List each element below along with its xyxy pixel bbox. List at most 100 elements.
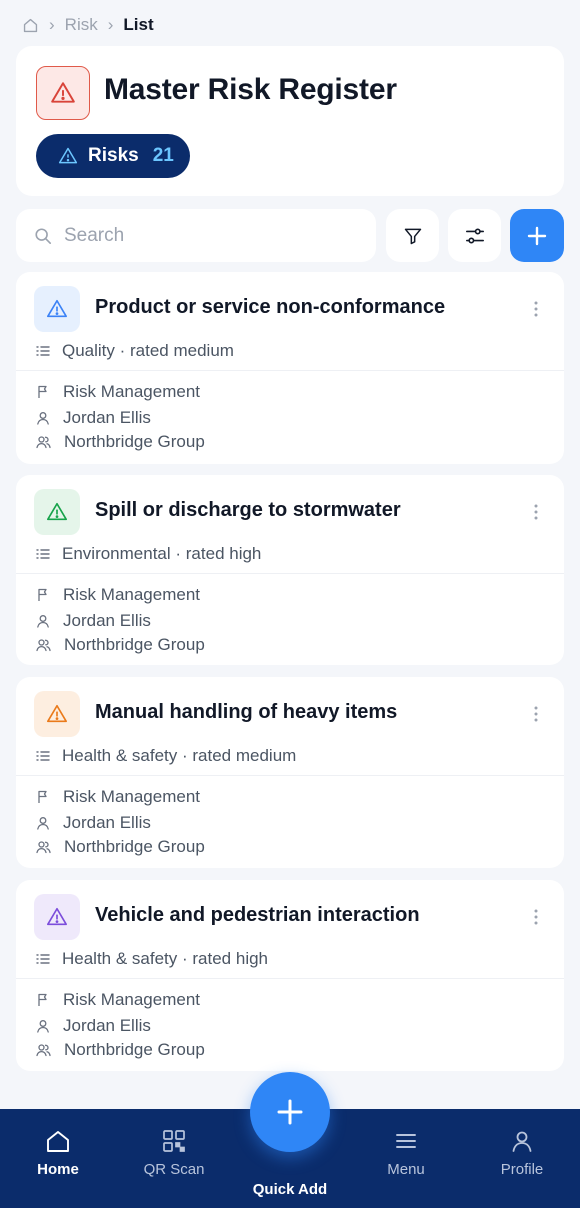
quick-add-button[interactable] bbox=[250, 1072, 330, 1152]
risk-category-row: Health & safety · rated high bbox=[36, 948, 268, 970]
risk-organisation-row: Northbridge Group bbox=[36, 1039, 205, 1061]
risk-module: Risk Management bbox=[63, 990, 201, 1009]
nav-qr-scan[interactable]: QR Scan bbox=[129, 1129, 219, 1178]
risks-pill-count: 21 bbox=[152, 145, 174, 166]
divider bbox=[16, 775, 564, 776]
user-icon bbox=[510, 1129, 534, 1153]
risk-title[interactable]: Spill or discharge to stormwater bbox=[95, 499, 401, 522]
warning-triangle-icon bbox=[34, 894, 80, 940]
risk-category-row: Environmental · rated high bbox=[36, 543, 261, 565]
risk-category: Quality · rated medium bbox=[62, 341, 234, 360]
filter-icon bbox=[403, 226, 423, 246]
risk-card[interactable]: Manual handling of heavy items Health & … bbox=[16, 677, 564, 868]
risk-module-row: Risk Management bbox=[36, 381, 200, 403]
nav-menu[interactable]: Menu bbox=[361, 1129, 451, 1178]
users-group-icon bbox=[36, 638, 51, 652]
warning-triangle-icon bbox=[58, 146, 78, 166]
risk-owner: Jordan Ellis bbox=[63, 813, 151, 832]
hamburger-menu-icon bbox=[394, 1129, 418, 1153]
sliders-icon bbox=[464, 226, 486, 246]
risk-organisation: Northbridge Group bbox=[64, 432, 205, 451]
nav-profile[interactable]: Profile bbox=[477, 1129, 567, 1178]
risk-title[interactable]: Product or service non-conformance bbox=[95, 296, 445, 319]
breadcrumb-list: List bbox=[123, 15, 154, 34]
risk-organisation: Northbridge Group bbox=[64, 635, 205, 654]
risk-owner-row: Jordan Ellis bbox=[36, 610, 151, 632]
chevron-right-icon: › bbox=[107, 15, 114, 34]
divider bbox=[16, 370, 564, 371]
risk-title[interactable]: Manual handling of heavy items bbox=[95, 701, 397, 724]
divider bbox=[16, 573, 564, 574]
user-icon bbox=[36, 411, 50, 425]
risk-category-row: Quality · rated medium bbox=[36, 340, 234, 362]
more-options-icon[interactable] bbox=[526, 298, 546, 320]
users-group-icon bbox=[36, 1043, 51, 1057]
more-options-icon[interactable] bbox=[526, 703, 546, 725]
flag-icon bbox=[36, 588, 50, 602]
nav-menu-label: Menu bbox=[387, 1161, 425, 1178]
risk-category: Health & safety · rated medium bbox=[62, 746, 297, 765]
user-icon bbox=[36, 816, 50, 830]
page-title: Master Risk Register bbox=[104, 73, 397, 106]
warning-triangle-icon bbox=[36, 66, 90, 120]
list-icon bbox=[36, 548, 50, 560]
home-icon bbox=[45, 1129, 71, 1153]
risk-organisation-row: Northbridge Group bbox=[36, 431, 205, 453]
nav-qr-label: QR Scan bbox=[143, 1161, 205, 1178]
register-header-card: Master Risk Register Risks 21 bbox=[16, 46, 564, 196]
users-group-icon bbox=[36, 840, 51, 854]
risk-module-row: Risk Management bbox=[36, 584, 200, 606]
quick-add-label: Quick Add bbox=[252, 1181, 328, 1198]
risk-organisation: Northbridge Group bbox=[64, 1040, 205, 1059]
more-options-icon[interactable] bbox=[526, 906, 546, 928]
risk-organisation-row: Northbridge Group bbox=[36, 634, 205, 656]
chevron-right-icon: › bbox=[49, 15, 55, 34]
search-input[interactable] bbox=[64, 224, 344, 247]
risk-card[interactable]: Product or service non-conformance Quali… bbox=[16, 272, 564, 464]
search-bar[interactable] bbox=[16, 209, 376, 262]
risk-category: Health & safety · rated high bbox=[62, 949, 269, 968]
list-icon bbox=[36, 345, 50, 357]
risk-organisation: Northbridge Group bbox=[64, 837, 205, 856]
risk-module-row: Risk Management bbox=[36, 786, 200, 808]
search-icon bbox=[34, 227, 52, 245]
plus-icon bbox=[275, 1097, 305, 1127]
breadcrumb: › Risk › List bbox=[22, 14, 154, 36]
home-icon[interactable] bbox=[22, 17, 39, 34]
users-group-icon bbox=[36, 435, 51, 449]
warning-triangle-icon bbox=[34, 489, 80, 535]
risk-module: Risk Management bbox=[63, 787, 201, 806]
nav-home-label: Home bbox=[37, 1161, 79, 1178]
breadcrumb-risk[interactable]: Risk bbox=[65, 15, 98, 35]
risk-owner-row: Jordan Ellis bbox=[36, 407, 151, 429]
risk-organisation-row: Northbridge Group bbox=[36, 836, 205, 858]
flag-icon bbox=[36, 993, 50, 1007]
settings-button[interactable] bbox=[448, 209, 501, 262]
user-icon bbox=[36, 614, 50, 628]
nav-profile-label: Profile bbox=[500, 1161, 544, 1178]
nav-home[interactable]: Home bbox=[13, 1129, 103, 1178]
risk-category: Environmental · rated high bbox=[62, 544, 262, 563]
risk-owner: Jordan Ellis bbox=[63, 1016, 151, 1035]
risks-pill-label: Risks bbox=[88, 145, 139, 166]
list-icon bbox=[36, 953, 50, 965]
plus-icon bbox=[526, 225, 548, 247]
qr-code-icon bbox=[162, 1129, 186, 1153]
user-icon bbox=[36, 1019, 50, 1033]
risk-owner: Jordan Ellis bbox=[63, 611, 151, 630]
divider bbox=[16, 978, 564, 979]
risk-card[interactable]: Spill or discharge to stormwater Environ… bbox=[16, 475, 564, 665]
flag-icon bbox=[36, 790, 50, 804]
more-options-icon[interactable] bbox=[526, 501, 546, 523]
risks-count-pill[interactable]: Risks 21 bbox=[36, 134, 190, 178]
risk-owner: Jordan Ellis bbox=[63, 408, 151, 427]
risk-owner-row: Jordan Ellis bbox=[36, 812, 151, 834]
warning-triangle-icon bbox=[34, 691, 80, 737]
warning-triangle-icon bbox=[34, 286, 80, 332]
risk-title[interactable]: Vehicle and pedestrian interaction bbox=[95, 904, 420, 927]
list-icon bbox=[36, 750, 50, 762]
risk-owner-row: Jordan Ellis bbox=[36, 1015, 151, 1037]
add-risk-button[interactable] bbox=[510, 209, 564, 262]
filter-button[interactable] bbox=[386, 209, 439, 262]
risk-card[interactable]: Vehicle and pedestrian interaction Healt… bbox=[16, 880, 564, 1071]
